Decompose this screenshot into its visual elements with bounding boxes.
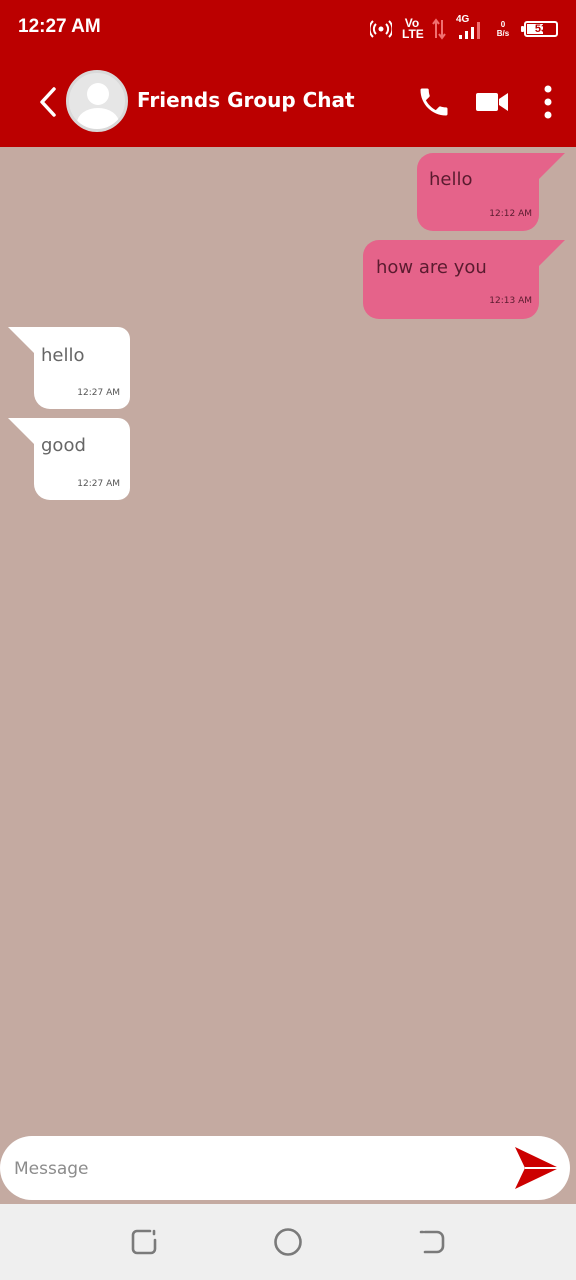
more-options-button[interactable] xyxy=(528,80,568,124)
incoming-message[interactable]: hello 12:27 AM xyxy=(34,327,130,409)
signal-icon xyxy=(459,22,480,39)
send-button[interactable] xyxy=(512,1144,562,1192)
recent-apps-icon xyxy=(131,1229,157,1255)
volte-indicator: Vo LTE xyxy=(402,16,424,41)
message-text: hello xyxy=(41,345,85,366)
back-nav-icon xyxy=(419,1230,445,1254)
bubble-tail xyxy=(8,418,36,446)
bubble-tail xyxy=(537,153,565,181)
message-time: 12:13 AM xyxy=(489,296,532,306)
outgoing-message[interactable]: hello 12:12 AM xyxy=(417,153,539,231)
avatar-body xyxy=(77,108,119,129)
home-button[interactable] xyxy=(270,1224,306,1260)
home-circle-icon xyxy=(274,1228,302,1256)
message-input[interactable] xyxy=(12,1150,496,1188)
message-time: 12:27 AM xyxy=(77,388,120,398)
message-text: good xyxy=(41,435,86,456)
status-time: 12:27 AM xyxy=(18,16,101,37)
avatar-head xyxy=(87,83,109,105)
message-composer xyxy=(0,1136,570,1200)
network-speed: 0 B/s xyxy=(492,20,514,38)
message-time: 12:12 AM xyxy=(489,209,532,219)
incoming-message[interactable]: good 12:27 AM xyxy=(34,418,130,500)
message-time: 12:27 AM xyxy=(77,479,120,489)
video-camera-icon xyxy=(476,93,508,111)
signal-group: 4G xyxy=(456,15,482,41)
chevron-left-icon xyxy=(40,87,56,117)
network-speed-value: 0 xyxy=(500,20,506,29)
group-avatar[interactable] xyxy=(66,70,128,132)
message-text: how are you xyxy=(376,257,487,278)
battery-icon: 53 xyxy=(521,21,558,37)
back-button[interactable] xyxy=(34,82,62,122)
chat-title[interactable]: Friends Group Chat xyxy=(137,88,355,112)
voice-call-button[interactable] xyxy=(414,80,454,124)
video-call-button[interactable] xyxy=(472,80,512,124)
bubble-tail xyxy=(537,240,565,268)
hotspot-icon xyxy=(370,20,392,38)
chat-header: Friends Group Chat xyxy=(0,58,576,147)
data-arrows-icon xyxy=(432,18,446,40)
bubble-tail xyxy=(8,327,36,355)
status-icons: Vo LTE 4G 0 B/s 53 xyxy=(370,14,558,44)
phone-icon xyxy=(420,88,448,116)
network-speed-unit: B/s xyxy=(496,29,510,38)
status-bar: 12:27 AM Vo LTE 4G 0 B/s 53 xyxy=(0,0,576,58)
message-text: hello xyxy=(429,169,473,190)
back-nav-button[interactable] xyxy=(414,1224,450,1260)
outgoing-message[interactable]: how are you 12:13 AM xyxy=(363,240,539,319)
more-vertical-icon xyxy=(544,85,552,119)
recent-apps-button[interactable] xyxy=(126,1224,162,1260)
send-icon xyxy=(515,1147,559,1189)
battery-level: 53 xyxy=(534,23,548,35)
system-nav-bar xyxy=(0,1204,576,1280)
